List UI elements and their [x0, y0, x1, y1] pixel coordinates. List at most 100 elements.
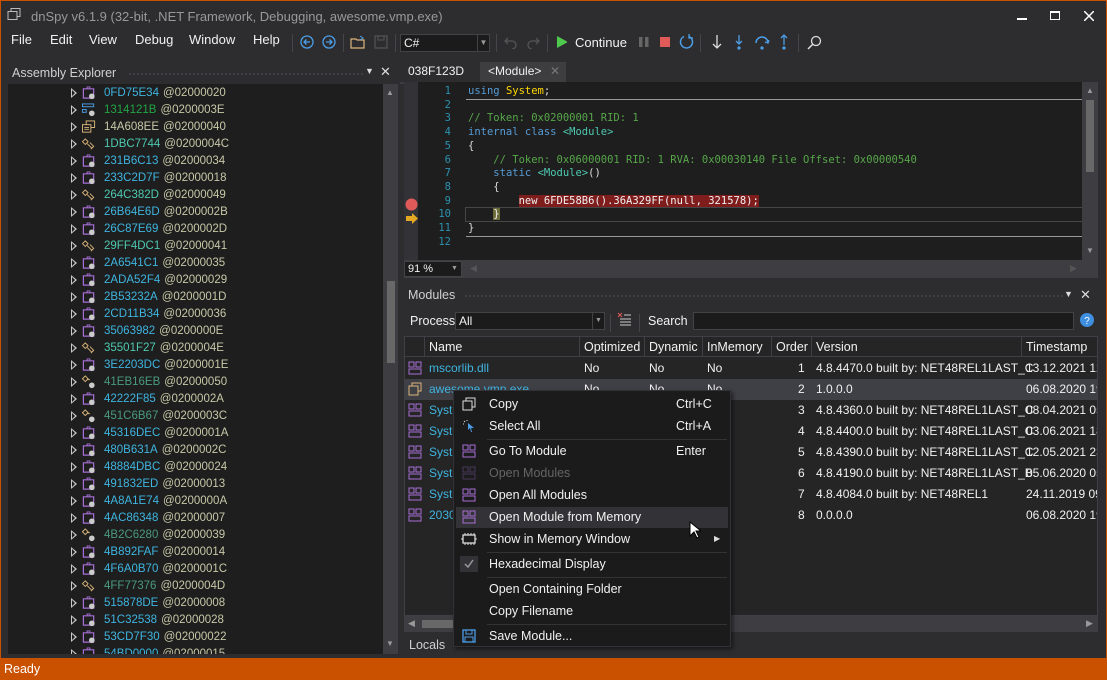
tree-item[interactable]: 451C6B67 @0200003C [8, 408, 383, 425]
tree-item[interactable]: 54BD0000 @02000015 [8, 646, 383, 654]
expand-icon[interactable] [71, 513, 77, 523]
scroll-down-icon[interactable]: ▼ [386, 639, 394, 648]
tree-item[interactable]: 29FF4DC1 @02000041 [8, 238, 383, 255]
menu-item-open-all-modules[interactable]: Open All Modules [456, 485, 728, 506]
menu-file[interactable]: File [11, 32, 32, 47]
tree-item[interactable]: 48884DBC @02000024 [8, 459, 383, 476]
restart-button[interactable] [678, 32, 696, 52]
column-header-name[interactable]: Name [425, 337, 580, 357]
tree-item[interactable]: 51C32538 @02000028 [8, 612, 383, 629]
code-line[interactable]: 12 [404, 236, 1084, 249]
step-out-button[interactable] [775, 32, 793, 52]
tree-item[interactable]: 264C382D @02000049 [8, 187, 383, 204]
scroll-down-icon[interactable]: ▼ [1086, 246, 1094, 255]
tab-close-icon[interactable]: ✕ [550, 64, 560, 78]
search-input[interactable] [693, 312, 1074, 330]
tree-item[interactable]: 491832ED @02000013 [8, 476, 383, 493]
zoom-level-select[interactable]: 91 % ▼ [404, 261, 462, 277]
breakpoint-icon[interactable] [405, 198, 418, 211]
expand-icon[interactable] [71, 649, 77, 654]
open-button[interactable] [349, 32, 367, 52]
tree-item[interactable]: 231B6C13 @02000034 [8, 153, 383, 170]
panel-menu-icon[interactable]: ▼ [365, 66, 374, 76]
menu-item-copy[interactable]: Copy Ctrl+C [456, 394, 728, 415]
expand-icon[interactable] [71, 411, 77, 421]
code-line[interactable]: 2 [404, 99, 1084, 112]
step-over-button[interactable] [752, 32, 772, 52]
tree-item[interactable]: 4F6A0B70 @0200001C [8, 561, 383, 578]
tree-item[interactable]: 53CD7F30 @02000022 [8, 629, 383, 646]
tree-item[interactable]: 4FF77376 @0200004D [8, 578, 383, 595]
menu-item-open-modules[interactable]: Open Modules [456, 463, 728, 484]
expand-icon[interactable] [71, 581, 77, 591]
tree-item[interactable]: 26B64E6D @0200002B [8, 204, 383, 221]
code-line[interactable]: 1 using System; [404, 85, 1084, 98]
expand-icon[interactable] [71, 496, 77, 506]
expand-icon[interactable] [71, 530, 77, 540]
expand-icon[interactable] [71, 309, 77, 319]
code-line[interactable]: 6 // Token: 0x06000001 RID: 1 RVA: 0x000… [404, 154, 1084, 167]
search-button[interactable] [804, 32, 824, 52]
tree-item[interactable]: 35501F27 @0200004E [8, 340, 383, 357]
panel-close-icon[interactable]: ✕ [380, 64, 391, 80]
stop-button[interactable] [657, 32, 673, 52]
tree-item[interactable]: 4A8A1E74 @0200000A [8, 493, 383, 510]
expand-icon[interactable] [71, 292, 77, 302]
process-select[interactable]: All ▼ [455, 312, 605, 330]
expand-icon[interactable] [71, 615, 77, 625]
code-line[interactable]: 4 internal class <Module> [404, 126, 1084, 139]
panel-grip[interactable] [464, 294, 1064, 298]
assembly-tree[interactable]: 0FD75E34 @02000020 1314121B @0200003E 14A608… [8, 84, 383, 654]
scroll-right-icon[interactable]: ▶ [1070, 263, 1077, 274]
tree-item[interactable]: 0FD75E34 @02000020 [8, 85, 383, 102]
navigate-back-button[interactable] [298, 32, 316, 52]
code-line[interactable]: 8 { [404, 181, 1084, 194]
menu-help[interactable]: Help [253, 32, 280, 47]
redo-button[interactable] [524, 32, 542, 52]
tree-item[interactable]: 35063982 @0200000E [8, 323, 383, 340]
code-line[interactable]: 7 static <Module>() [404, 167, 1084, 180]
menu-item-open-containing-folder[interactable]: Open Containing Folder [456, 579, 728, 600]
tree-item[interactable]: 45316DEC @0200001A [8, 425, 383, 442]
code-line[interactable]: 3 // Token: 0x02000001 RID: 1 [404, 112, 1084, 125]
save-all-button[interactable] [372, 32, 390, 52]
menu-item-open-module-from-memory[interactable]: Open Module from Memory [456, 507, 728, 528]
column-header-icon[interactable] [405, 337, 425, 357]
scroll-right-icon[interactable]: ▶ [1086, 618, 1093, 629]
column-header-timestamp[interactable]: Timestamp [1022, 337, 1097, 357]
expand-icon[interactable] [71, 377, 77, 387]
menu-view[interactable]: View [89, 32, 117, 47]
scrollbar-thumb[interactable] [387, 281, 395, 363]
minimize-button[interactable] [1005, 5, 1039, 27]
continue-button[interactable]: Continue [555, 32, 627, 52]
tree-item[interactable]: 480B631A @0200002C [8, 442, 383, 459]
expand-icon[interactable] [71, 105, 77, 115]
column-header-dynamic[interactable]: Dynamic [645, 337, 703, 357]
tab-module[interactable]: <Module> ✕ [480, 62, 566, 82]
scroll-left-icon[interactable]: ◀ [408, 618, 415, 629]
expand-icon[interactable] [71, 479, 77, 489]
tree-item[interactable]: 2B53232A @0200001D [8, 289, 383, 306]
expand-icon[interactable] [71, 598, 77, 608]
code-line[interactable]: 9 new 6FDE58B6().36A329FF(null, 321578); [404, 194, 1084, 208]
scroll-up-icon[interactable]: ▲ [1086, 86, 1094, 95]
expand-icon[interactable] [71, 224, 77, 234]
expand-icon[interactable] [71, 190, 77, 200]
expand-icon[interactable] [71, 343, 77, 353]
expand-icon[interactable] [71, 428, 77, 438]
menu-item-show-in-memory-window[interactable]: Show in Memory Window ▶ [456, 529, 728, 550]
column-header-inmemory[interactable]: InMemory [703, 337, 772, 357]
break-all-button[interactable] [636, 32, 652, 52]
scrollbar-thumb[interactable] [1086, 100, 1094, 172]
tree-item[interactable]: 2CD11B34 @02000036 [8, 306, 383, 323]
tab-locals[interactable]: Locals [404, 634, 450, 656]
tree-item[interactable]: 1DBC7744 @0200004C [8, 136, 383, 153]
expand-icon[interactable] [71, 547, 77, 557]
expand-icon[interactable] [71, 462, 77, 472]
tree-item[interactable]: 2A6541C1 @02000035 [8, 255, 383, 272]
tree-item[interactable]: 4B2C6280 @02000039 [8, 527, 383, 544]
step-into-button[interactable] [730, 32, 748, 52]
tree-item[interactable]: 4AC86348 @02000007 [8, 510, 383, 527]
close-button[interactable] [1072, 5, 1106, 27]
assembly-tree-scrollbar[interactable]: ▲ ▼ [383, 84, 398, 654]
